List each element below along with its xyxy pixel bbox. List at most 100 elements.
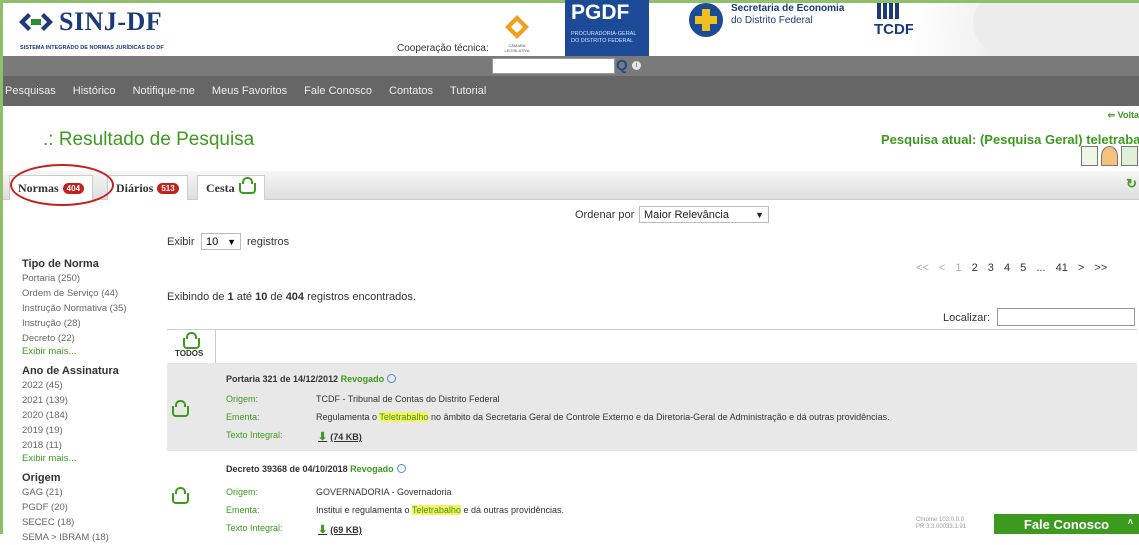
facet-item[interactable]: 2020 (184) <box>22 408 162 423</box>
voltar-label: Volta <box>1117 110 1139 120</box>
pgdf-title: PGDF <box>571 1 630 24</box>
origem-value: TCDF - Tribunal de Contas do Distrito Fe… <box>316 394 500 404</box>
nav-fale-conosco[interactable]: Fale Conosco <box>304 85 372 97</box>
pgdf-logo[interactable]: PGDF PROCURADORIA-GERAL DO DISTRITO FEDE… <box>565 0 649 57</box>
facet-item[interactable]: 2022 (45) <box>22 378 162 393</box>
sinj-logo[interactable]: SINJ-DF SISTEMA INTEGRADO DE NORMAS JURÍ… <box>19 7 169 51</box>
nav-meus-favoritos[interactable]: Meus Favoritos <box>212 85 287 97</box>
ementa-label: Ementa: <box>226 412 260 422</box>
logo-subtitle: SISTEMA INTEGRADO DE NORMAS JURÍDICAS DO… <box>20 45 164 51</box>
export-toolbar <box>1081 146 1139 166</box>
texto-label: Texto Integral: <box>226 523 283 533</box>
tcdf-logo[interactable]: TCDF <box>871 3 914 48</box>
nav-pesquisas[interactable]: Pesquisas <box>5 85 56 97</box>
page-size-value: 10 <box>206 236 219 248</box>
add-to-basket-icon[interactable] <box>172 400 189 417</box>
page-next[interactable]: > <box>1078 262 1084 274</box>
download-icon: ⬇ <box>318 524 328 536</box>
secretaria-logo[interactable]: Secretaria de Economia do Distrito Feder… <box>689 3 869 53</box>
page-title: .: Resultado de Pesquisa <box>43 129 255 150</box>
current-search: Pesquisa atual: (Pesquisa Geral) teletra… <box>881 132 1139 147</box>
secretaria-line1: Secretaria de Economia <box>731 3 845 14</box>
origem-heading: Origem <box>22 472 61 484</box>
page-last[interactable]: >> <box>1094 262 1107 274</box>
result-title[interactable]: Portaria 321 de 14/12/2012 Revogado <box>226 374 397 384</box>
facet-item[interactable]: 2019 (19) <box>22 423 162 438</box>
ementa-value: Institui e regulamenta o Teletrabalho e … <box>316 505 564 515</box>
ementa-text: Regulamenta o <box>316 412 380 422</box>
refresh-icon[interactable]: ↻ <box>1126 176 1137 192</box>
page-link[interactable]: 2 <box>972 262 978 274</box>
nav-notifique-me[interactable]: Notifique-me <box>133 85 195 97</box>
tab-diarios[interactable]: Diários 513 <box>107 175 188 200</box>
facet-item[interactable]: Instrução Normativa (35) <box>22 301 162 316</box>
normas-count-badge: 404 <box>62 182 85 194</box>
file-size: (74 KB) <box>330 432 362 442</box>
page-link[interactable]: 41 <box>1056 262 1068 274</box>
search-input[interactable] <box>492 58 615 74</box>
facet-item[interactable]: 2021 (139) <box>22 393 162 408</box>
tab-normas-label: Normas <box>18 180 59 195</box>
facet-item[interactable]: SEMA > IBRAM (18) <box>22 530 162 545</box>
facet-item[interactable]: PGDF (20) <box>22 500 162 515</box>
tcdf-text: TCDF <box>874 21 914 38</box>
facet-item[interactable]: 2018 (11) <box>22 438 162 453</box>
camara-logo-icon <box>505 15 529 39</box>
secretaria-line2: do Distrito Federal <box>731 15 813 26</box>
search-bar: Q i <box>3 56 1139 76</box>
camara-logo[interactable]: CÂMARA LEGISLATIVA <box>501 13 533 55</box>
summary-text: Exibindo de <box>167 291 228 303</box>
fale-conosco-button[interactable]: Fale Conosco ˄ <box>994 514 1139 534</box>
page-link[interactable]: 5 <box>1020 262 1026 274</box>
tab-normas[interactable]: Normas 404 <box>9 175 94 200</box>
download-link[interactable]: ⬇ (74 KB) <box>318 430 362 443</box>
export-document-icon[interactable] <box>1081 146 1098 166</box>
page-first[interactable]: << <box>916 262 929 274</box>
sinj-logo-icon <box>19 13 53 31</box>
page-prev[interactable]: < <box>939 262 945 274</box>
exibir-mais-ano[interactable]: Exibir mais... <box>22 453 162 464</box>
tab-diarios-label: Diários <box>116 180 154 195</box>
email-icon[interactable] <box>1101 146 1118 166</box>
facet-item[interactable]: Portaria (250) <box>22 271 162 286</box>
pgdf-sub2: DO DISTRITO FEDERAL <box>571 38 634 44</box>
result-title[interactable]: Decreto 39368 de 04/10/2018 Revogado <box>226 464 406 474</box>
browser-line: PR 3.3.00033.1.91 <box>916 524 967 530</box>
ordenar-select[interactable]: Maior Relevância ▼ <box>639 206 769 223</box>
download-icon: ⬇ <box>318 431 328 443</box>
facet-item[interactable]: Instrução (28) <box>22 316 162 331</box>
search-icon[interactable]: Q <box>616 57 628 74</box>
page-size-select[interactable]: 10 ▼ <box>201 233 241 250</box>
facet-item[interactable]: GAG (21) <box>22 485 162 500</box>
excel-icon[interactable] <box>1121 146 1138 166</box>
nav-historico[interactable]: Histórico <box>73 85 116 97</box>
registros-label: registros <box>247 236 290 248</box>
tab-cesta-label: Cesta <box>206 180 235 195</box>
localizar-input[interactable] <box>997 308 1135 326</box>
facet-item[interactable]: Ordem de Serviço (44) <box>22 286 162 301</box>
ordenar-value: Maior Relevância <box>644 209 729 221</box>
status-badge: Revogado <box>350 464 394 474</box>
texto-label: Texto Integral: <box>226 430 283 440</box>
result-title-text: Portaria 321 de 14/12/2012 <box>226 374 339 384</box>
page-link[interactable]: 4 <box>1004 262 1010 274</box>
summary-total: 404 <box>285 291 305 303</box>
back-arrow-icon: ⇐ <box>1107 110 1118 120</box>
tab-cesta[interactable]: Cesta <box>197 175 265 200</box>
page-ellipsis: ... <box>1036 262 1046 274</box>
nav-tutorial[interactable]: Tutorial <box>450 85 486 97</box>
facet-item[interactable]: SECEC (18) <box>22 515 162 530</box>
browser-line: Chrome 103.0.0.0 <box>916 517 965 523</box>
voltar-link[interactable]: ⇐ Volta <box>1108 110 1139 121</box>
download-link[interactable]: ⬇ (69 KB) <box>318 523 362 536</box>
add-to-basket-icon[interactable] <box>172 487 189 504</box>
facet-item[interactable]: Decreto (22) <box>22 331 162 346</box>
page-link[interactable]: 3 <box>988 262 994 274</box>
exibir-mais-tipo[interactable]: Exibir mais... <box>22 346 162 357</box>
info-icon[interactable]: i <box>632 61 641 70</box>
todos-label: TODOS <box>175 349 204 358</box>
nav-contatos[interactable]: Contatos <box>389 85 433 97</box>
fale-conosco-label: Fale Conosco <box>1023 516 1110 532</box>
site-header: SINJ-DF SISTEMA INTEGRADO DE NORMAS JURÍ… <box>3 0 1139 57</box>
add-all-to-basket[interactable]: TODOS <box>167 330 216 363</box>
